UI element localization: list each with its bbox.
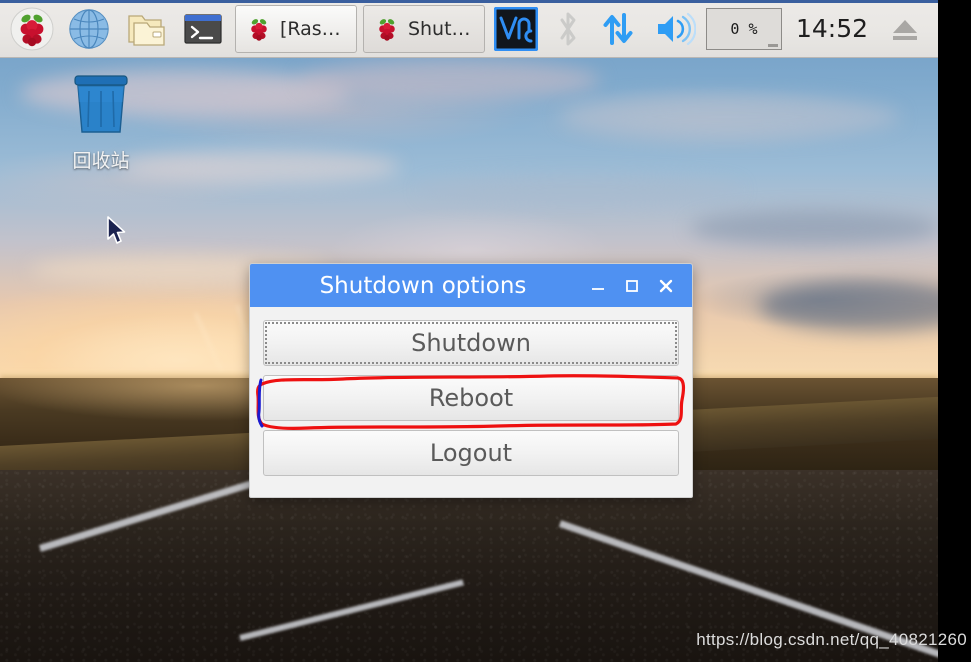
recycle-bin-icon xyxy=(74,75,128,133)
folder-icon xyxy=(128,14,166,46)
eject-icon xyxy=(893,19,917,40)
screen: 回收站 [Ras… Shut… 0 % 14:52 Shutdown optio… xyxy=(0,0,971,662)
network-updown-icon xyxy=(603,12,633,45)
logout-button[interactable]: Logout xyxy=(263,430,679,476)
taskbar-launcher-raspberry-menu[interactable] xyxy=(4,2,61,56)
raspberry-icon xyxy=(10,7,54,50)
vnc-icon xyxy=(493,6,538,51)
taskbar-launcher-terminal[interactable] xyxy=(175,2,232,56)
reboot-button[interactable]: Reboot xyxy=(263,375,679,421)
taskbar: [Ras… Shut… 0 % 14:52 xyxy=(0,0,938,58)
terminal-icon xyxy=(184,13,223,44)
volume-icon xyxy=(657,12,696,45)
watermark-url: https://blog.csdn.net/qq_40821260 xyxy=(696,630,967,649)
dialog-title: Shutdown options xyxy=(319,272,527,299)
tray-vnc-server[interactable] xyxy=(488,6,544,51)
cpu-usage-value: 0 % xyxy=(730,19,758,38)
tray-volume[interactable] xyxy=(646,12,704,46)
taskbar-window-label: [Ras… xyxy=(279,17,341,40)
bluetooth-icon xyxy=(560,12,576,45)
shutdown-button[interactable]: Shutdown xyxy=(263,320,679,366)
tray-clock[interactable]: 14:52 xyxy=(784,14,880,43)
screen-letterbox-right xyxy=(938,0,971,662)
desktop-icon-label: 回收站 xyxy=(72,150,130,172)
taskbar-window-button-shutdown[interactable]: Shut… xyxy=(362,4,485,53)
raspberry-icon xyxy=(379,18,395,41)
taskbar-launcher-web-browser[interactable] xyxy=(61,2,118,56)
dialog-body: Shutdown Reboot Logout xyxy=(250,307,692,490)
raspberry-icon xyxy=(251,18,267,41)
shutdown-options-dialog: Shutdown options Shutdown Reboot Logout xyxy=(249,263,693,498)
desktop-icon-recycle-bin[interactable]: 回收站 xyxy=(58,72,144,173)
tray-eject[interactable] xyxy=(882,14,928,44)
tray-bluetooth[interactable] xyxy=(546,11,590,47)
dialog-titlebar[interactable]: Shutdown options xyxy=(250,264,692,307)
taskbar-window-label: Shut… xyxy=(407,17,471,40)
globe-icon xyxy=(69,8,110,49)
tray-network[interactable] xyxy=(592,11,644,47)
taskbar-window-button-rasp[interactable]: [Ras… xyxy=(234,4,357,53)
tray-cpu-monitor[interactable]: 0 % xyxy=(705,7,782,50)
taskbar-launcher-file-manager[interactable] xyxy=(118,2,175,56)
system-tray: 0 % 14:52 xyxy=(488,6,934,51)
